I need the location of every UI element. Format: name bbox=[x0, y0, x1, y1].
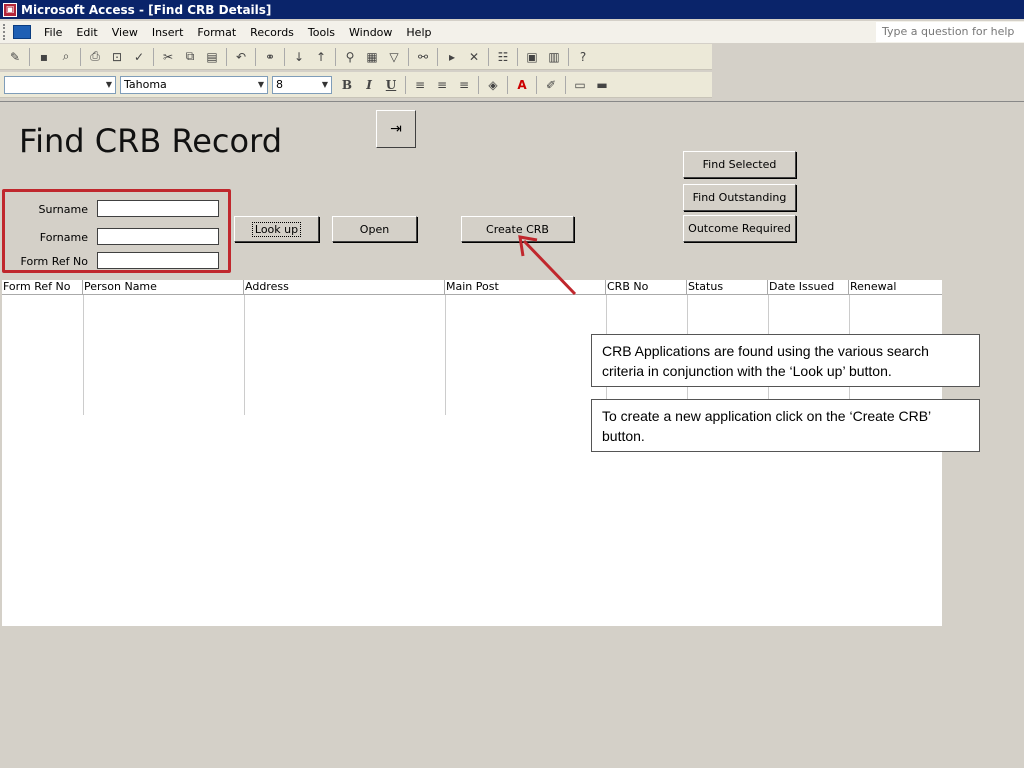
formatting-toolbar: ▼ Tahoma ▼ 8 ▼ B I U ≡ ≡ ≡ ◈ A ✐ ▭ ▬ bbox=[0, 72, 712, 98]
chevron-down-icon: ▼ bbox=[257, 80, 264, 89]
new-object-icon[interactable]: ▥ bbox=[545, 48, 563, 66]
cut-icon[interactable]: ✂ bbox=[159, 48, 177, 66]
page-title: Find CRB Record bbox=[19, 122, 282, 160]
paste-icon[interactable]: ▤ bbox=[203, 48, 221, 66]
create-help-callout: To create a new application click on the… bbox=[591, 399, 980, 452]
database-window-icon[interactable]: ▣ bbox=[523, 48, 541, 66]
filter-selection-icon[interactable]: ⚲ bbox=[341, 48, 359, 66]
undo-icon[interactable]: ↶ bbox=[232, 48, 250, 66]
column-renewal[interactable]: Renewal bbox=[849, 280, 941, 295]
menu-view[interactable]: View bbox=[105, 26, 145, 39]
menu-format[interactable]: Format bbox=[190, 26, 243, 39]
object-combo[interactable]: ▼ bbox=[4, 75, 116, 94]
outcome-required-button[interactable]: Outcome Required bbox=[683, 215, 796, 242]
menu-bar: File Edit View Insert Format Records Too… bbox=[0, 21, 1024, 43]
sort-ascending-icon[interactable]: ↓ bbox=[290, 48, 308, 66]
underline-icon[interactable]: U bbox=[382, 76, 400, 94]
find-selected-button[interactable]: Find Selected bbox=[683, 151, 796, 178]
view-icon[interactable]: ✎ bbox=[6, 48, 24, 66]
help-icon[interactable]: ? bbox=[574, 48, 592, 66]
special-effect-icon[interactable]: ▬ bbox=[593, 76, 611, 94]
menu-tools[interactable]: Tools bbox=[301, 26, 342, 39]
copy-icon[interactable]: ⧉ bbox=[181, 48, 199, 66]
spelling-icon[interactable]: ✓ bbox=[130, 48, 148, 66]
menu-edit[interactable]: Edit bbox=[69, 26, 104, 39]
window-title: Microsoft Access - [Find CRB Details] bbox=[21, 2, 272, 17]
align-left-icon[interactable]: ≡ bbox=[411, 76, 429, 94]
help-search-input[interactable]: Type a question for help bbox=[876, 22, 1024, 42]
properties-icon[interactable]: ☷ bbox=[494, 48, 512, 66]
find-outstanding-button[interactable]: Find Outstanding bbox=[683, 184, 796, 211]
print-icon[interactable]: ⎙ bbox=[86, 48, 104, 66]
form-ref-label: Form Ref No bbox=[20, 255, 88, 268]
search-file-icon[interactable]: ⌕ bbox=[57, 48, 75, 66]
column-status[interactable]: Status bbox=[687, 280, 768, 295]
chevron-down-icon: ▼ bbox=[105, 80, 112, 89]
access-app-icon: ▣ bbox=[3, 2, 17, 17]
line-color-icon[interactable]: ✐ bbox=[542, 76, 560, 94]
save-icon[interactable]: ▪ bbox=[35, 48, 53, 66]
column-person-name[interactable]: Person Name bbox=[83, 280, 244, 295]
italic-icon[interactable]: I bbox=[360, 76, 378, 94]
apply-filter-icon[interactable]: ▽ bbox=[385, 48, 403, 66]
forname-input[interactable] bbox=[97, 228, 219, 245]
column-main-post[interactable]: Main Post bbox=[445, 280, 606, 295]
exit-button[interactable]: ⇥ bbox=[376, 110, 416, 148]
search-help-callout: CRB Applications are found using the var… bbox=[591, 334, 980, 387]
align-right-icon[interactable]: ≡ bbox=[455, 76, 473, 94]
results-header: Form Ref No Person Name Address Main Pos… bbox=[2, 280, 942, 295]
column-divider bbox=[244, 295, 245, 415]
results-list[interactable]: Form Ref No Person Name Address Main Pos… bbox=[2, 280, 942, 626]
menu-insert[interactable]: Insert bbox=[145, 26, 191, 39]
column-divider bbox=[445, 295, 446, 415]
open-button[interactable]: Open bbox=[332, 216, 417, 242]
look-up-button[interactable]: Look up bbox=[234, 216, 319, 242]
column-crb-no[interactable]: CRB No bbox=[606, 280, 687, 295]
column-date-issued[interactable]: Date Issued bbox=[768, 280, 849, 295]
column-divider bbox=[83, 295, 84, 415]
menu-help[interactable]: Help bbox=[399, 26, 438, 39]
exit-door-icon: ⇥ bbox=[390, 121, 402, 137]
menu-grip bbox=[3, 24, 9, 40]
sort-descending-icon[interactable]: ↑ bbox=[312, 48, 330, 66]
bold-icon[interactable]: B bbox=[338, 76, 356, 94]
font-name-combo[interactable]: Tahoma ▼ bbox=[120, 75, 268, 94]
find-icon[interactable]: ⚯ bbox=[414, 48, 432, 66]
title-bar: ▣ Microsoft Access - [Find CRB Details] bbox=[0, 0, 1024, 19]
column-form-ref-no[interactable]: Form Ref No bbox=[2, 280, 83, 295]
chevron-down-icon: ▼ bbox=[321, 80, 328, 89]
line-width-icon[interactable]: ▭ bbox=[571, 76, 589, 94]
menu-file[interactable]: File bbox=[37, 26, 69, 39]
column-address[interactable]: Address bbox=[244, 280, 445, 295]
menu-window[interactable]: Window bbox=[342, 26, 399, 39]
filter-form-icon[interactable]: ▦ bbox=[363, 48, 381, 66]
create-crb-button[interactable]: Create CRB bbox=[461, 216, 574, 242]
font-color-icon[interactable]: A bbox=[513, 76, 531, 94]
hyperlink-icon[interactable]: ⚭ bbox=[261, 48, 279, 66]
form-ref-input[interactable] bbox=[97, 252, 219, 269]
surname-input[interactable] bbox=[97, 200, 219, 217]
font-size-combo[interactable]: 8 ▼ bbox=[272, 75, 332, 94]
forname-label: Forname bbox=[39, 231, 88, 244]
delete-record-icon[interactable]: ✕ bbox=[465, 48, 483, 66]
print-preview-icon[interactable]: ⊡ bbox=[108, 48, 126, 66]
new-record-icon[interactable]: ▸ bbox=[443, 48, 461, 66]
form-window-icon[interactable] bbox=[13, 25, 31, 39]
fill-color-icon[interactable]: ◈ bbox=[484, 76, 502, 94]
standard-toolbar: ✎ ▪ ⌕ ⎙ ⊡ ✓ ✂ ⧉ ▤ ↶ ⚭ ↓ ↑ ⚲ ▦ ▽ ⚯ ▸ ✕ ☷ … bbox=[0, 44, 712, 70]
align-center-icon[interactable]: ≡ bbox=[433, 76, 451, 94]
surname-label: Surname bbox=[38, 203, 88, 216]
menu-records[interactable]: Records bbox=[243, 26, 301, 39]
